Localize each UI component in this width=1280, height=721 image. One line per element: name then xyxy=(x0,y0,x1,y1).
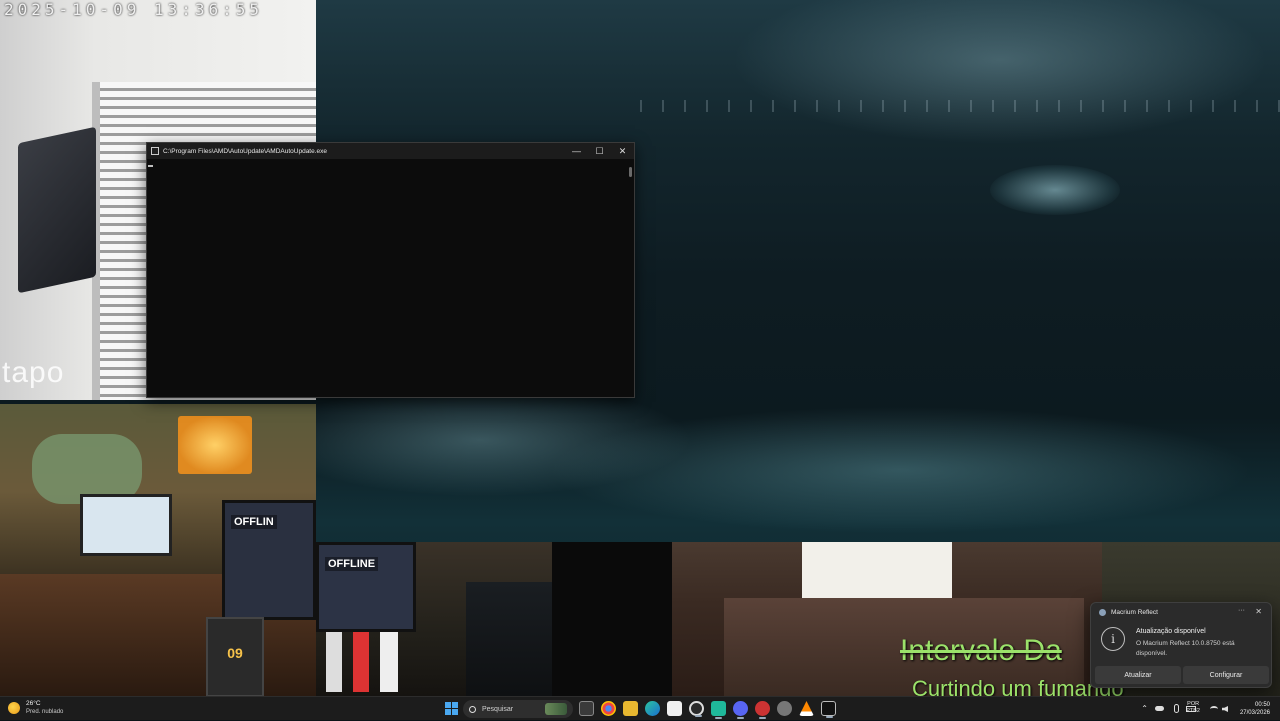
weather-widget[interactable]: 26°C Pred. nublado xyxy=(8,700,63,716)
volume-icon[interactable] xyxy=(1222,706,1228,712)
clock-time: 00:50 xyxy=(1254,702,1270,708)
taskbar-search[interactable]: Pesquisar xyxy=(463,700,573,718)
console-app-icon xyxy=(151,147,159,155)
notification-message: O Macrium Reflect 10.0.8750 está disponí… xyxy=(1136,640,1235,657)
info-icon: i xyxy=(1101,627,1125,651)
console-titlebar[interactable]: C:\Program Files\AMD\AutoUpdate\AMDAutoU… xyxy=(147,143,634,159)
monitor-left xyxy=(80,494,172,556)
console-output[interactable] xyxy=(147,159,634,397)
close-button[interactable]: ✕ xyxy=(611,143,634,159)
weather-description: Pred. nublado xyxy=(26,709,64,715)
camera-feed-dark xyxy=(552,542,672,696)
bottles xyxy=(326,632,416,692)
console-title: C:\Program Files\AMD\AutoUpdate\AMDAutoU… xyxy=(163,147,328,155)
tapo-logo: tapo xyxy=(2,356,65,389)
console-scrollbar[interactable] xyxy=(629,167,632,177)
microphone-icon[interactable] xyxy=(1174,704,1179,713)
macrium-icon xyxy=(1099,609,1106,616)
terminal-icon[interactable] xyxy=(821,701,836,718)
clock[interactable]: 00:50 27/03/2026 xyxy=(1240,701,1270,717)
settings-icon[interactable] xyxy=(777,701,792,716)
window-controls: — ☐ ✕ xyxy=(565,143,634,159)
keyboard-layout: PTB2 xyxy=(1186,708,1200,714)
weather-temperature: 26°C xyxy=(26,700,41,707)
wallpaper-ship xyxy=(990,165,1120,215)
search-highlight-image xyxy=(545,703,567,715)
search-icon xyxy=(469,705,476,713)
desk-right-screen xyxy=(466,582,552,696)
obs-icon[interactable] xyxy=(689,701,704,717)
camera-timestamp: 2025-10-09 13:36:55 xyxy=(4,0,264,19)
offline-badge: OFFLINE xyxy=(325,557,379,571)
monitor-right: OFFLIN xyxy=(222,500,316,620)
vlc-icon[interactable] xyxy=(799,701,814,716)
bright-window xyxy=(802,542,952,598)
wifi-icon[interactable] xyxy=(1210,706,1218,712)
update-button[interactable]: Atualizar xyxy=(1095,666,1181,684)
configure-button[interactable]: Configurar xyxy=(1183,666,1269,684)
discord-icon[interactable] xyxy=(733,701,748,719)
maximize-button[interactable]: ☐ xyxy=(588,143,611,159)
cloud-icon[interactable] xyxy=(1155,706,1164,711)
folder-icon[interactable] xyxy=(623,701,638,716)
store-icon[interactable] xyxy=(667,701,682,716)
language-indicator[interactable]: POR PTB2 xyxy=(1186,701,1200,715)
camera-feed-desk: OFFLINE xyxy=(316,542,552,696)
search-placeholder: Pesquisar xyxy=(482,705,514,713)
overlay-title: Intervalo Da xyxy=(900,634,1062,667)
minimize-button[interactable]: — xyxy=(565,143,588,159)
tray-chevron-icon[interactable]: ⌃ xyxy=(1141,704,1148,713)
windows-logo-icon xyxy=(445,702,451,708)
lamp xyxy=(178,416,252,474)
task-view-icon[interactable] xyxy=(579,701,594,716)
close-icon[interactable]: ✕ xyxy=(1255,607,1262,616)
language-code: POR xyxy=(1187,701,1200,707)
media-icon[interactable] xyxy=(755,701,770,719)
clock-date: 27/03/2026 xyxy=(1239,710,1270,716)
notification-app-name: Macrium Reflect xyxy=(1111,609,1158,616)
notification-title: Atualização disponível xyxy=(1136,628,1206,635)
start-button[interactable] xyxy=(445,702,458,715)
taskbar: 26°C Pred. nublado Pesquisar ⌃ POR PTB2 xyxy=(0,696,1280,720)
notification-header: Macrium Reflect xyxy=(1099,609,1158,616)
camera-feed-room: OFFLIN xyxy=(0,404,316,696)
calendar: 09 xyxy=(206,617,264,696)
wallpaper-lights xyxy=(640,100,1280,112)
offline-badge: OFFLIN xyxy=(231,515,277,529)
edge-icon[interactable] xyxy=(645,701,660,716)
text-cursor xyxy=(148,165,153,167)
update-notification[interactable]: Macrium Reflect ··· ✕ i Atualização disp… xyxy=(1090,602,1272,688)
app-icon[interactable] xyxy=(711,701,726,719)
wall-device xyxy=(18,126,96,294)
desk-monitor: OFFLINE xyxy=(316,542,416,632)
chrome-icon[interactable] xyxy=(601,701,616,716)
weather-icon xyxy=(8,702,20,714)
desktop: 2025-10-09 13:36:55 tapo OFFLIN OFFLINE … xyxy=(0,0,1280,696)
console-window[interactable]: C:\Program Files\AMD\AutoUpdate\AMDAutoU… xyxy=(146,142,635,398)
more-options-icon[interactable]: ··· xyxy=(1238,607,1245,614)
